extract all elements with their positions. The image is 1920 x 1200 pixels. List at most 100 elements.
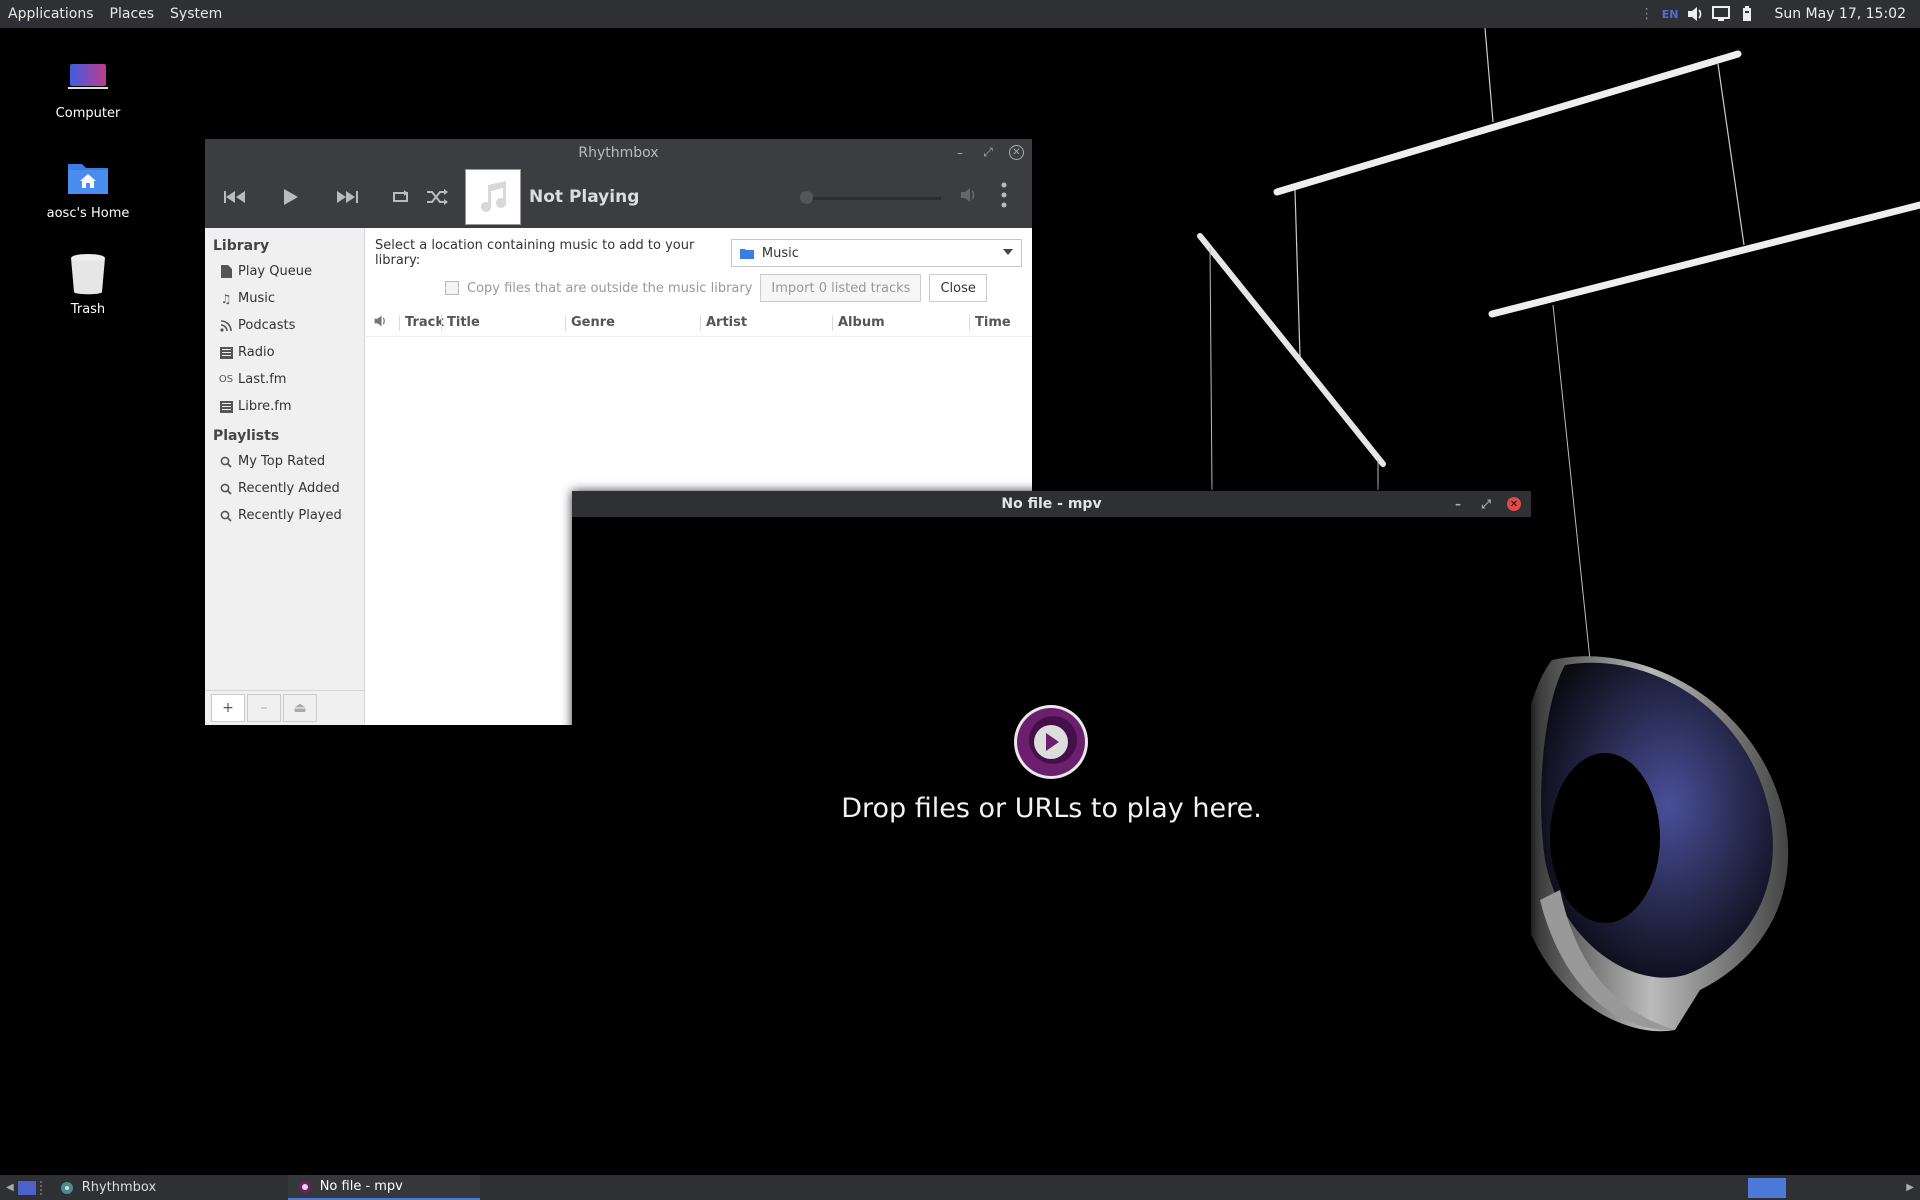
music-note-icon	[481, 181, 506, 212]
desktop-icon-label: Trash	[70, 302, 106, 317]
sidebar-item-radio[interactable]: Radio	[205, 339, 364, 366]
menu-system[interactable]: System	[162, 6, 230, 22]
next-icon	[337, 191, 358, 203]
column-artist[interactable]: Artist	[700, 315, 832, 331]
play-icon	[284, 189, 298, 205]
battery-icon[interactable]	[1738, 5, 1756, 23]
panel-left-arrow-icon[interactable]: ◀	[0, 1182, 18, 1193]
player-toolbar: Not Playing	[205, 166, 1032, 228]
menu-places[interactable]: Places	[102, 6, 163, 22]
kebab-menu-icon	[1001, 182, 1007, 208]
sidebar-item-recently-played[interactable]: Recently Played	[205, 502, 364, 529]
minimize-button[interactable]: –	[953, 146, 967, 160]
close-button[interactable]: Close	[929, 274, 987, 302]
search-icon	[219, 455, 233, 469]
column-genre[interactable]: Genre	[565, 315, 700, 331]
taskbar-item-label: Rhythmbox	[81, 1180, 157, 1195]
close-window-button[interactable]: ✕	[1507, 497, 1521, 511]
sidebar-item-music[interactable]: ♫ Music	[205, 285, 364, 312]
repeat-button[interactable]	[383, 177, 419, 217]
play-button[interactable]	[271, 177, 311, 217]
sidebar-item-label: Podcasts	[238, 318, 296, 333]
playlists-header: Playlists	[213, 428, 280, 444]
repeat-icon	[393, 190, 408, 202]
clock[interactable]: Sun May 17, 15:02	[1774, 6, 1906, 22]
location-select[interactable]: Music	[730, 239, 1022, 267]
panel-handle-icon	[39, 1180, 46, 1195]
rss-icon	[219, 319, 233, 333]
sidebar-item-label: Last.fm	[238, 372, 287, 387]
sidebar-item-label: Music	[238, 291, 275, 306]
top-panel: Applications Places System ⋮ EN Sun May …	[0, 0, 1920, 28]
sidebar-item-librefm[interactable]: Libre.fm	[205, 393, 364, 420]
window-title: No file - mpv	[1001, 496, 1102, 512]
import-button[interactable]: Import 0 listed tracks	[760, 274, 922, 302]
menu-applications[interactable]: Applications	[0, 6, 102, 22]
previous-icon	[224, 191, 245, 203]
show-desktop-icon[interactable]	[17, 1180, 36, 1195]
close-window-button[interactable]: ✕	[1009, 145, 1024, 160]
eject-button[interactable]: ⏏	[283, 694, 317, 722]
track-list-header: Track Title Genre Artist Album Time	[365, 310, 1032, 337]
home-folder-icon	[64, 154, 112, 202]
copy-files-checkbox[interactable]	[445, 281, 459, 295]
next-button[interactable]	[327, 177, 367, 217]
shuffle-button[interactable]	[419, 177, 455, 217]
mpv-logo-icon	[1013, 704, 1089, 784]
sidebar-item-lastfm[interactable]: OS Last.fm	[205, 366, 364, 393]
sidebar-item-podcasts[interactable]: Podcasts	[205, 312, 364, 339]
computer-icon	[64, 54, 112, 102]
add-playlist-button[interactable]: +	[211, 694, 245, 722]
previous-button[interactable]	[215, 177, 255, 217]
mpv-titlebar[interactable]: No file - mpv – ⤢ ✕	[572, 491, 1531, 517]
sidebar-footer: + – ⏏	[205, 690, 364, 725]
folder-icon	[739, 248, 754, 259]
taskbar-item-label: No file - mpv	[319, 1179, 403, 1194]
now-playing-column-icon[interactable]	[365, 314, 399, 332]
desktop-icon-trash[interactable]: Trash	[28, 250, 148, 317]
chevron-down-icon	[1003, 249, 1013, 255]
sidebar-item-recently-added[interactable]: Recently Added	[205, 475, 364, 502]
rhythmbox-titlebar[interactable]: Rhythmbox – ⤢ ✕	[205, 139, 1032, 166]
panel-right-arrow-icon[interactable]: ▶	[1906, 1182, 1920, 1193]
column-title[interactable]: Title	[441, 315, 565, 331]
minimize-button[interactable]: –	[1451, 497, 1465, 511]
display-icon[interactable]	[1712, 5, 1731, 23]
sidebar-item-my-top-rated[interactable]: My Top Rated	[205, 448, 364, 475]
album-art	[465, 169, 521, 225]
eject-icon: ⏏	[293, 700, 307, 716]
music-note-icon: ♫	[220, 291, 232, 306]
taskbar-item-rhythmbox[interactable]: Rhythmbox	[50, 1175, 288, 1200]
column-track[interactable]: Track	[399, 315, 444, 331]
volume-icon[interactable]	[1686, 5, 1704, 23]
system-tray: ⋮ EN Sun May 17, 15:02	[1640, 5, 1920, 23]
desktop-icon-label: aosc's Home	[46, 206, 130, 221]
remove-playlist-button[interactable]: –	[247, 694, 281, 722]
mpv-app-icon	[298, 1180, 311, 1193]
rhythmbox-app-icon	[60, 1181, 73, 1194]
taskbar-item-mpv[interactable]: No file - mpv	[287, 1175, 480, 1200]
seek-handle[interactable]	[800, 191, 813, 204]
sidebar-item-label: Recently Played	[238, 508, 342, 523]
minus-icon: –	[260, 700, 268, 716]
library-header: Library	[213, 238, 270, 254]
column-time[interactable]: Time	[969, 315, 1029, 331]
location-value: Music	[761, 245, 799, 261]
keyboard-layout-indicator[interactable]: EN	[1662, 8, 1679, 21]
seek-bar[interactable]	[803, 197, 941, 200]
maximize-button[interactable]: ⤢	[1479, 497, 1493, 511]
column-album[interactable]: Album	[832, 315, 969, 331]
copy-files-label: Copy files that are outside the music li…	[467, 280, 753, 296]
location-prompt: Select a location containing music to ad…	[375, 238, 695, 268]
app-menu-button[interactable]	[1000, 182, 1008, 212]
volume-button[interactable]	[959, 186, 977, 208]
sidebar-item-label: Libre.fm	[238, 399, 292, 414]
desktop-icon-home[interactable]: aosc's Home	[28, 154, 148, 221]
sidebar-item-play-queue[interactable]: Play Queue	[205, 258, 364, 285]
desktop-icon-computer[interactable]: Computer	[28, 54, 148, 121]
tray-handle-icon[interactable]: ⋮	[1640, 6, 1654, 22]
mpv-window: No file - mpv – ⤢ ✕ Drop files or URLs t…	[572, 491, 1531, 1200]
maximize-button[interactable]: ⤢	[981, 145, 995, 160]
workspace-switcher[interactable]	[1748, 1177, 1787, 1198]
bottom-panel: ◀ Rhythmbox No file - mpv ▶	[0, 1175, 1920, 1200]
